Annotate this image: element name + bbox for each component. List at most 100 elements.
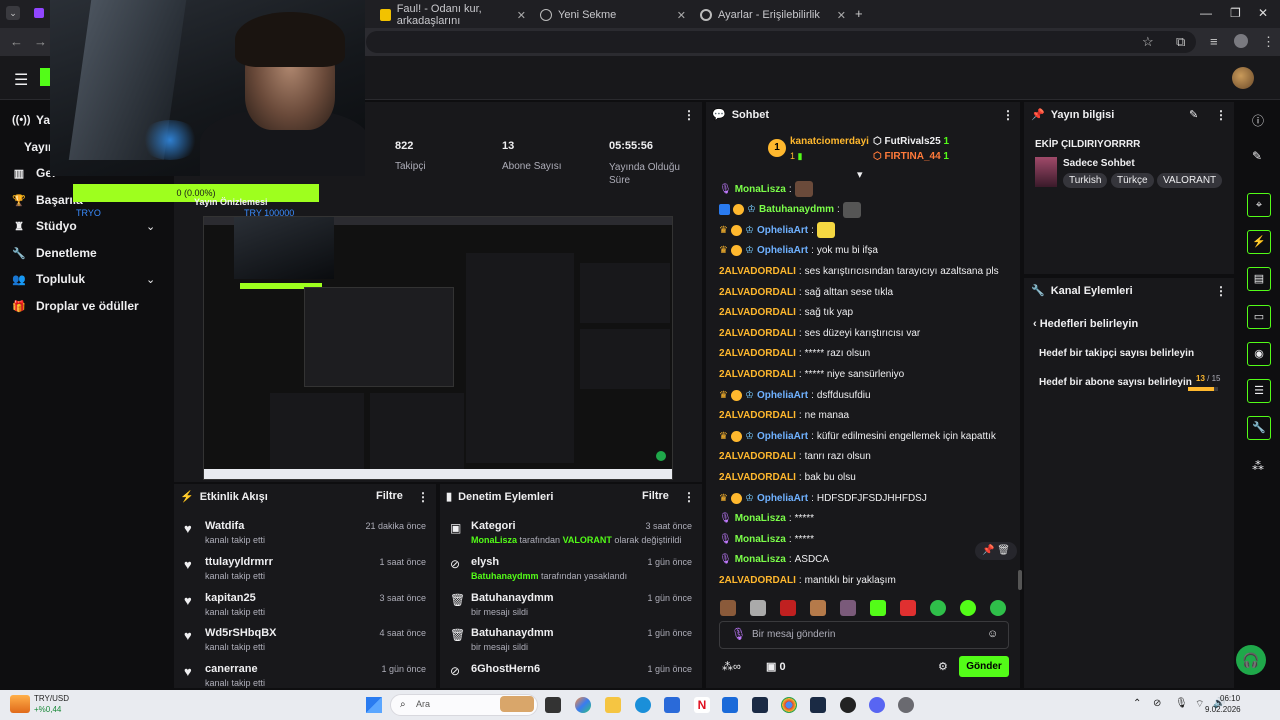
tag[interactable]: VALORANT (1157, 173, 1223, 188)
hamburger-icon[interactable]: ☰ (14, 70, 28, 90)
chat-message[interactable]: ♛ ♔ OpheliaArt: HDFSDFJFSDJHHFDSJ (719, 491, 927, 505)
chat-message[interactable]: 2ALVADORDALI: ses karıştırıcısından taray… (719, 264, 999, 278)
support-chat-icon[interactable]: 🎧 (1236, 645, 1266, 675)
forward-icon[interactable]: → (34, 34, 47, 49)
chat-username[interactable]: MonaLisza (735, 513, 786, 524)
chevron-down-icon[interactable]: ⌄ (146, 273, 155, 286)
pen-icon[interactable]: ✎ (1252, 149, 1262, 163)
chat-username[interactable]: Batuhanaydmm (759, 204, 834, 215)
emote-icon[interactable] (960, 600, 976, 616)
task-view-icon[interactable] (545, 697, 561, 713)
pin-icon[interactable]: 📌 (982, 545, 994, 556)
chat-message[interactable]: 2ALVADORDALI: tanrı razı olsun (719, 450, 871, 464)
tag[interactable]: Turkish (1063, 173, 1108, 188)
more-options-icon[interactable]: ⋮ (1002, 108, 1014, 122)
netflix-icon[interactable]: N (694, 697, 710, 713)
network-icon[interactable]: ⊘ (1153, 698, 1161, 709)
stream-preview[interactable] (203, 216, 673, 480)
chat-scrollbar[interactable] (1018, 570, 1022, 590)
media-icon[interactable]: ≡ (1210, 34, 1218, 49)
chat-username[interactable]: 2ALVADORDALI (719, 472, 796, 483)
users-infinity-icon[interactable]: ⁂∞ (722, 660, 741, 673)
message-actions[interactable]: 📌 🗑 (975, 542, 1017, 560)
close-tab-icon[interactable]: ✕ (837, 9, 846, 22)
chat-message[interactable]: 2ALVADORDALI: sağ alttan sese tıkla (719, 285, 893, 299)
file-explorer-icon[interactable] (605, 697, 621, 713)
app-icon[interactable] (840, 697, 856, 713)
top-gifter-2[interactable]: ⬡ FutRivals25 1 (873, 136, 949, 147)
close-tab-icon[interactable]: ✕ (517, 9, 526, 22)
activity-user[interactable]: Wd5rSHbqBX (205, 627, 277, 639)
top-gifter-3[interactable]: ⬡ FIRTINA_44 1 (873, 151, 949, 162)
emote-icon[interactable] (750, 600, 766, 616)
chat-username[interactable]: MonaLisza (735, 554, 786, 565)
chat-message[interactable]: ♛ ♔ OpheliaArt: dsffdusufdiu (719, 388, 871, 402)
maximize-icon[interactable]: ❐ (1230, 6, 1241, 20)
chat-username[interactable]: OpheliaArt (757, 390, 808, 401)
emote-icon[interactable] (840, 600, 856, 616)
moderation-item[interactable]: Batuhanaydmm (471, 592, 554, 604)
more-options-icon[interactable]: ⋮ (1215, 108, 1227, 122)
chat-username[interactable]: MonaLisza (735, 534, 786, 545)
top-gifter-name[interactable]: kanatciomerdayi (790, 136, 869, 147)
stock-widget-icon[interactable] (10, 695, 30, 713)
back-link[interactable]: ‹ Hedefleri belirleyin (1033, 318, 1138, 330)
chat-username[interactable]: 2ALVADORDALI (719, 328, 796, 339)
sidebar-item-denetleme[interactable]: 🔧 Denetleme (12, 243, 97, 263)
tab-menu-button[interactable]: ⌄ (6, 6, 20, 20)
chat-username[interactable]: 2ALVADORDALI (719, 348, 796, 359)
moderation-item[interactable]: Kategori (471, 520, 516, 532)
edge-icon[interactable] (635, 697, 651, 713)
moderation-item[interactable]: 6GhostHern6 (471, 663, 540, 675)
extensions-icon[interactable]: ⧉ (1176, 34, 1185, 50)
chat-message[interactable]: 2ALVADORDALI: sağ tık yap (719, 306, 853, 320)
sidebar-item-studyo[interactable]: ♜ Stüdyo (12, 216, 77, 236)
url-input[interactable] (366, 31, 1196, 53)
new-tab-icon[interactable]: + (855, 6, 863, 21)
document-button[interactable]: ▤ (1247, 267, 1271, 291)
profile-icon[interactable] (1234, 34, 1248, 48)
actor-name[interactable]: MonaLisza (471, 535, 517, 545)
back-icon[interactable]: ← (10, 34, 23, 49)
chat-message[interactable]: ♛ ♔ OpheliaArt: küfür edilmesini engellemek… (719, 429, 996, 443)
chevron-down-icon[interactable]: ⌄ (146, 220, 155, 233)
chat-button[interactable]: ▭ (1247, 305, 1271, 329)
emote-icon[interactable] (900, 600, 916, 616)
wifi-icon[interactable]: ⌔ (1195, 698, 1204, 711)
moderation-filter-button[interactable]: Filtre (642, 490, 669, 502)
activity-user[interactable]: kapitan25 (205, 592, 256, 604)
activity-user[interactable]: Watdifa (205, 520, 244, 532)
tab-icon[interactable] (34, 8, 44, 18)
emote-icon[interactable] (870, 600, 886, 616)
chat-message[interactable]: ♛ ♔ OpheliaArt: (719, 222, 835, 239)
category-thumbnail[interactable] (1035, 157, 1057, 187)
chat-username[interactable]: 2ALVADORDALI (719, 307, 796, 318)
chat-message[interactable]: 🎙 MonaLisza: ***** (719, 512, 814, 526)
chevron-up-icon[interactable]: ⌃ (1133, 698, 1141, 709)
close-tab-icon[interactable]: ✕ (677, 9, 686, 22)
info-icon[interactable]: ⓘ (1252, 112, 1264, 129)
mail-icon[interactable] (722, 697, 738, 713)
emote-icon[interactable] (780, 600, 796, 616)
points-display[interactable]: ▣ 0 (766, 660, 786, 673)
chat-username[interactable]: 2ALVADORDALI (719, 266, 796, 277)
chat-message[interactable]: 2ALVADORDALI: ses düzeyi karıştırıcısı va… (719, 326, 920, 340)
chat-username[interactable]: OpheliaArt (757, 493, 808, 504)
emoji-icon[interactable]: ☺ (987, 628, 998, 640)
chat-message[interactable]: 2ALVADORDALI: ***** razı olsun (719, 347, 870, 361)
sidebar-item-droplar[interactable]: 🎁 Droplar ve ödüller (12, 296, 139, 316)
settings-icon[interactable] (898, 697, 914, 713)
chat-username[interactable]: 2ALVADORDALI (719, 287, 796, 298)
steam-icon[interactable] (752, 697, 768, 713)
more-options-icon[interactable]: ⋮ (683, 108, 695, 122)
chat-message[interactable]: 🎙 MonaLisza: (719, 181, 813, 197)
emote-icon[interactable] (720, 600, 736, 616)
activity-filter-button[interactable]: Filtre (376, 490, 403, 502)
gear-icon[interactable]: ⚙ (938, 660, 948, 673)
chat-message[interactable]: 2ALVADORDALI: mantıklı bir yaklaşım (719, 573, 896, 587)
more-options-icon[interactable]: ⋮ (417, 490, 429, 504)
copilot-icon[interactable] (575, 697, 591, 713)
close-window-icon[interactable]: ✕ (1258, 6, 1268, 20)
stream-category[interactable]: Sadece Sohbet (1063, 158, 1135, 169)
sidebar-item-topluluk[interactable]: 👥 Topluluk (12, 269, 85, 289)
